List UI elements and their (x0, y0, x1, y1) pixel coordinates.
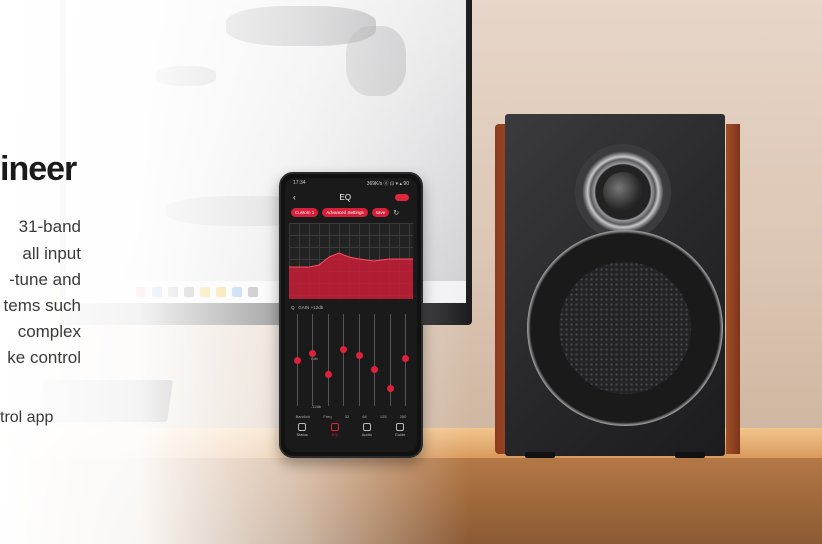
gain-label: GAIN (298, 305, 310, 310)
bookshelf-speaker (495, 114, 740, 458)
refresh-icon[interactable]: ↻ (393, 209, 399, 217)
copy-app-line: trol app (0, 409, 54, 426)
tweeter (575, 144, 671, 240)
slider-knob[interactable] (371, 366, 379, 374)
nav-label: Audio (361, 432, 372, 437)
nav-label: EQ (331, 432, 338, 437)
preset-button[interactable]: Custom 1 (291, 208, 319, 217)
nav-label: Status (296, 432, 308, 437)
phone-screen: 17:34 369K/s ⓓ ⊡ ▾ ▴ 90 ‹ EQ Custom 1 Ad… (285, 178, 417, 452)
gain-value: +12db (310, 305, 324, 310)
slider-track (312, 314, 314, 406)
eq-icon (330, 423, 339, 431)
speaker-foot (525, 452, 555, 458)
headline: ineer (0, 150, 77, 188)
slider-track (389, 314, 391, 406)
slider-knob[interactable] (355, 352, 363, 360)
band-label: Band/ch (295, 414, 311, 419)
eq-header: ‹ EQ (285, 190, 417, 204)
freq-value: 125 (379, 414, 387, 419)
nav-item-guide[interactable]: Guide (394, 423, 406, 437)
slider-knob[interactable] (324, 370, 332, 378)
status-icon (298, 423, 307, 431)
speaker-wood-side (726, 124, 740, 454)
slider-knob[interactable] (402, 355, 409, 363)
woofer-grill (559, 262, 691, 394)
audio-icon (362, 423, 371, 431)
q-label: Q (291, 305, 295, 310)
copy-line: all input (22, 244, 81, 263)
slider-track (327, 314, 329, 406)
nav-item-status[interactable]: Status (296, 423, 308, 437)
status-bar: 17:34 369K/s ⓓ ⊡ ▾ ▴ 90 (285, 178, 417, 190)
eq-curve-graph (289, 223, 413, 299)
bottom-nav: Status EQ Audio Guide (285, 419, 417, 437)
band-sliders[interactable]: 6db -12db (289, 312, 413, 412)
copy-line: -tune and (9, 270, 81, 289)
slider-knob[interactable] (340, 345, 348, 353)
freq-value: 64 (362, 414, 367, 419)
phone: 17:34 369K/s ⓓ ⊡ ▾ ▴ 90 ‹ EQ Custom 1 Ad… (279, 172, 423, 458)
copy-line: complex (17, 322, 81, 341)
save-button[interactable]: save (371, 208, 390, 217)
slider-track (358, 314, 360, 406)
status-time: 17:34 (293, 180, 306, 186)
woofer (527, 230, 723, 426)
screen-title: EQ (339, 192, 352, 202)
status-icons: 369K/s ⓓ ⊡ ▾ ▴ 90 (366, 181, 409, 187)
eq-toggle[interactable] (394, 193, 409, 201)
product-scene: ineer 31-band all input -tune and tems s… (0, 0, 822, 544)
copy-line: tems such (3, 296, 81, 315)
freq-value: 32 (344, 414, 350, 419)
slider-track (374, 314, 376, 406)
advanced-settings-button[interactable]: Advanced Settings (322, 208, 368, 217)
gain-label-row: Q GAIN +12db (285, 301, 417, 310)
nav-item-audio[interactable]: Audio (362, 423, 372, 437)
back-icon[interactable]: ‹ (293, 193, 296, 202)
freq-value: 250 (399, 414, 407, 419)
tweeter-dome (603, 172, 643, 212)
speaker-front-panel (505, 114, 725, 456)
speaker-foot (675, 452, 705, 458)
guide-icon (396, 423, 405, 431)
nav-item-eq[interactable]: EQ (330, 423, 339, 437)
nav-label: Guide (394, 432, 406, 437)
freq-label: Freq (323, 414, 332, 419)
slider-track (343, 314, 345, 406)
slider-knob[interactable] (386, 384, 394, 392)
copy-line: ke control (7, 348, 81, 367)
slider-knob[interactable] (294, 357, 301, 364)
preset-row: Custom 1 Advanced Settings save ↻ (285, 204, 417, 221)
copy-line: 31-band (18, 217, 81, 236)
